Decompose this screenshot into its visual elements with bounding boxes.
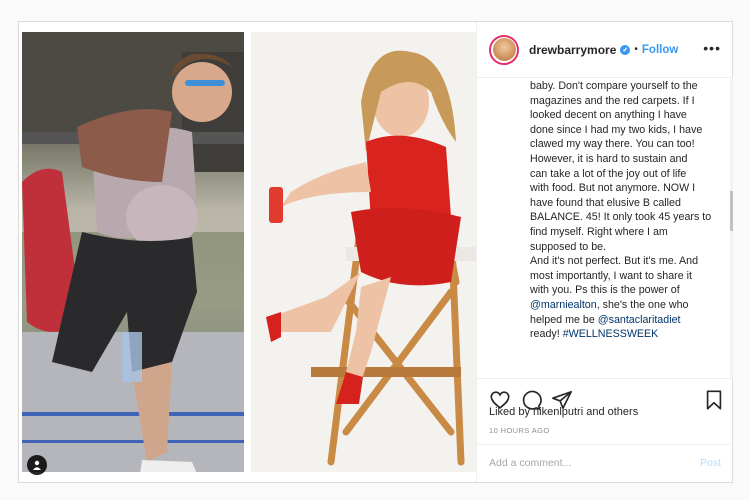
post-timestamp: 10 HOURS AGO (489, 426, 550, 435)
comment-bar: Post (477, 444, 733, 483)
caption-text: However, it is hard to sustain and (530, 152, 688, 165)
photo-before-illustration (22, 32, 244, 472)
caption-text: clawed my way there. You can too! (530, 138, 695, 151)
photo-after (251, 32, 476, 472)
caption-text: ready! (530, 328, 563, 341)
caption-line: clawed my way there. You can too! (530, 137, 715, 152)
more-options-icon[interactable]: ••• (703, 40, 721, 56)
caption-scroll-area[interactable]: baby. Don't compare yourself to the magaz… (477, 79, 733, 379)
caption-scrollbar[interactable] (730, 79, 733, 379)
separator-dot: • (634, 44, 638, 55)
caption-text: magazines and the red carpets. If I (530, 94, 695, 107)
photo-before (22, 32, 244, 472)
caption-line: baby. Don't compare yourself to the (530, 79, 715, 94)
caption-text: BALANCE. 45! It only took 45 years to (530, 211, 712, 224)
caption-text: done since I had my two kids, I have (530, 123, 703, 136)
likes-summary[interactable]: Liked by nikenlputri and others (489, 406, 638, 418)
avatar[interactable] (489, 34, 519, 65)
caption-line: have found that elusive B called (530, 196, 715, 211)
comment-input[interactable] (489, 457, 669, 469)
post-card: drewbarrymore ✔ • Follow ••• baby. Don't… (18, 21, 733, 483)
caption-text: looked decent on anything I have (530, 109, 687, 122)
caption-text: have found that elusive B called (530, 196, 681, 209)
caption-text: can take a lot of the joy out of life (530, 167, 687, 180)
caption-line: @marniealton, she's the one who (530, 298, 715, 313)
photo-after-illustration (251, 32, 476, 472)
caption-line: magazines and the red carpets. If I (530, 94, 715, 109)
post-sidebar: drewbarrymore ✔ • Follow ••• baby. Don't… (476, 22, 733, 482)
caption-text: baby. Don't compare yourself to the (530, 80, 698, 92)
scrollbar-thumb[interactable] (730, 191, 733, 231)
bookmark-icon[interactable] (703, 389, 725, 411)
caption-line: helped me be @santaclaritadiet (530, 313, 715, 328)
caption-line: done since I had my two kids, I have (530, 123, 715, 138)
caption-text: helped me be (530, 313, 598, 326)
caption-line: can take a lot of the joy out of life (530, 167, 715, 182)
caption-text: find myself. Right where I am (530, 225, 668, 238)
post-header: drewbarrymore ✔ • Follow ••• (477, 22, 733, 78)
caption-text: most importantly, I want to share it (530, 269, 692, 282)
caption-line: supposed to be. (530, 240, 715, 255)
post-comment-button[interactable]: Post (700, 457, 721, 469)
caption-text: And it's not perfect. But it's me. And (530, 255, 699, 268)
caption-line: most importantly, I want to share it (530, 269, 715, 284)
caption-line: find myself. Right where I am (530, 225, 715, 240)
caption-line: with you. Ps this is the power of (530, 283, 715, 298)
post-caption: baby. Don't compare yourself to the magaz… (530, 79, 715, 342)
caption-line: looked decent on anything I have (530, 108, 715, 123)
caption-link[interactable]: @marniealton (530, 299, 597, 311)
caption-line: And it's not perfect. But it's me. And (530, 254, 715, 269)
verified-badge-icon: ✔ (620, 44, 631, 55)
caption-link[interactable]: @santaclaritadiet (598, 314, 681, 326)
post-media[interactable] (19, 22, 476, 482)
caption-text: supposed to be. (530, 240, 607, 253)
caption-line: However, it is hard to sustain and (530, 152, 715, 167)
caption-line: BALANCE. 45! It only took 45 years to (530, 210, 715, 225)
caption-line: ready! #WELLNESSWEEK (530, 327, 715, 342)
caption-link[interactable]: #WELLNESSWEEK (563, 328, 659, 340)
follow-button[interactable]: Follow (642, 44, 678, 56)
caption-text: with you. Ps this is the power of (530, 284, 680, 297)
avatar-image (492, 38, 516, 61)
caption-text: , she's the one who (596, 298, 689, 311)
caption-line: with food. But not anymore. NOW I (530, 181, 715, 196)
caption-text: with food. But not anymore. NOW I (530, 182, 696, 195)
user-tag-icon[interactable] (27, 455, 47, 475)
username-link[interactable]: drewbarrymore (529, 43, 616, 57)
